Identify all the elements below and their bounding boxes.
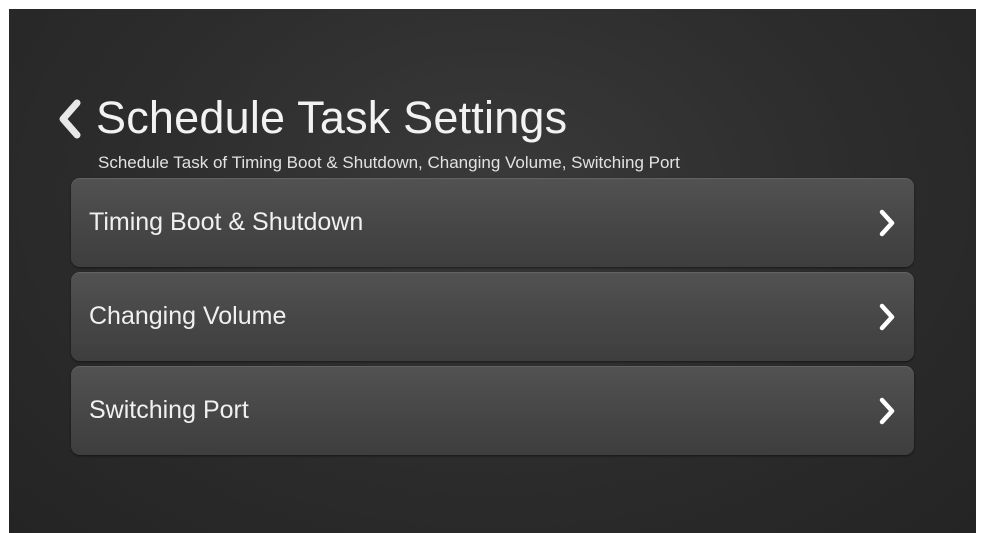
chevron-right-icon — [879, 209, 895, 237]
menu-item-label: Switching Port — [89, 396, 249, 424]
chevron-right-icon — [879, 397, 895, 425]
chevron-left-icon[interactable] — [55, 97, 83, 141]
settings-menu-list: Timing Boot & Shutdown Changing Volume S… — [71, 178, 914, 455]
menu-item-switching-port[interactable]: Switching Port — [71, 366, 914, 455]
menu-item-changing-volume[interactable]: Changing Volume — [71, 272, 914, 361]
page-subtitle: Schedule Task of Timing Boot & Shutdown,… — [98, 153, 680, 172]
menu-item-timing-boot-shutdown[interactable]: Timing Boot & Shutdown — [71, 178, 914, 267]
menu-item-label: Timing Boot & Shutdown — [89, 208, 364, 236]
menu-item-label: Changing Volume — [89, 302, 287, 330]
page-title: Schedule Task Settings — [96, 92, 568, 143]
settings-screen: Schedule Task Settings Schedule Task of … — [9, 9, 976, 533]
chevron-right-icon — [879, 303, 895, 331]
